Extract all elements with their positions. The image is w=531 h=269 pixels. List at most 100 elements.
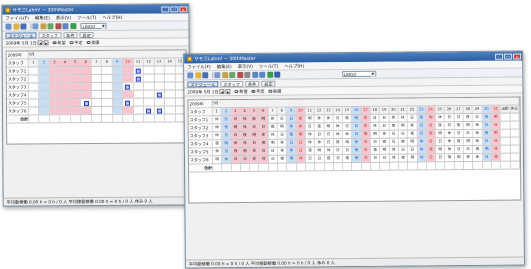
shift-cell[interactable]: 休	[370, 122, 381, 130]
shift-cell[interactable]: 夜	[473, 145, 483, 153]
day-header[interactable]: 2	[221, 108, 232, 116]
shift-cell[interactable]: 夜	[482, 129, 492, 137]
save-icon[interactable]	[20, 23, 27, 30]
radio-request[interactable]	[52, 41, 57, 45]
day-header[interactable]: 6	[259, 107, 269, 115]
shift-cell[interactable]	[91, 106, 103, 115]
shift-cell[interactable]: 休	[463, 153, 474, 162]
shift-cell[interactable]: 日	[379, 114, 390, 122]
prev-icon[interactable]: ◀	[219, 89, 225, 95]
shift-cell[interactable]	[81, 107, 92, 115]
day-header[interactable]: 4	[60, 59, 71, 67]
shift-cell[interactable]	[81, 67, 92, 75]
shift-cell[interactable]	[28, 99, 40, 107]
shift-cell[interactable]: 日	[408, 146, 418, 154]
shift-cell[interactable]	[49, 99, 61, 107]
shift-cell[interactable]: 夜	[212, 140, 223, 148]
open-icon[interactable]	[12, 23, 19, 30]
minimize-button[interactable]: –	[161, 5, 170, 13]
shift-cell[interactable]: 夜	[361, 130, 371, 138]
day-header[interactable]: 21	[398, 106, 408, 114]
shift-cell[interactable]: 夜	[389, 122, 399, 130]
shift-cell[interactable]	[91, 66, 103, 75]
shift-cell[interactable]: 夜	[333, 139, 344, 147]
shift-cell[interactable]	[70, 83, 82, 91]
shift-cell[interactable]: 休	[445, 138, 455, 146]
shift-cell[interactable]: 休	[389, 114, 399, 122]
shift-cell[interactable]: 休	[212, 132, 223, 140]
shift-cell[interactable]	[91, 82, 103, 91]
day-header[interactable]: 3	[49, 59, 61, 67]
solver-select[interactable]: LINGO ▼	[80, 22, 107, 30]
shift-cell[interactable]: 日	[222, 148, 232, 156]
shift-cell[interactable]: 日	[417, 122, 427, 130]
shift-cell[interactable]	[102, 66, 113, 74]
day-header[interactable]: 8	[101, 58, 113, 66]
shift-cell[interactable]: 日	[398, 146, 409, 154]
day-header[interactable]: 19	[379, 106, 390, 114]
shift-cell[interactable]: 明	[305, 115, 315, 123]
shift-cell[interactable]	[28, 67, 40, 75]
run-icon[interactable]	[266, 71, 273, 78]
tab-staff[interactable]: スタッフ	[38, 31, 62, 38]
shift-cell[interactable]: 夜	[370, 146, 381, 154]
shift-cell[interactable]: 日	[445, 122, 455, 130]
tab-schedule[interactable]: スケジュール	[5, 31, 37, 39]
shift-cell[interactable]	[39, 107, 51, 115]
shift-cell[interactable]: 日	[370, 138, 381, 146]
shift-cell[interactable]: 休	[305, 131, 316, 139]
day-header[interactable]: 25	[435, 106, 446, 114]
shift-cell[interactable]: 日	[463, 129, 474, 138]
shift-cell[interactable]: 明	[380, 146, 390, 154]
shift-cell[interactable]: 夜	[249, 115, 260, 123]
shift-cell[interactable]: 日	[491, 121, 501, 129]
day-header[interactable]: 20	[389, 106, 399, 114]
day-header[interactable]: 16	[351, 106, 362, 115]
shift-cell[interactable]: 休	[407, 122, 418, 130]
day-header[interactable]: 30	[482, 105, 492, 113]
day-header[interactable]: 11	[305, 107, 315, 115]
shift-cell[interactable]	[81, 91, 92, 99]
shift-cell[interactable]: 休	[352, 138, 362, 147]
shift-cell[interactable]: 日	[296, 139, 306, 147]
day-header[interactable]: 1	[28, 59, 40, 67]
cut-icon[interactable]	[221, 72, 228, 79]
filter-icon[interactable]	[244, 71, 251, 78]
shift-cell[interactable]	[144, 106, 155, 114]
shift-cell[interactable]: 休	[389, 154, 399, 162]
shift-cell[interactable]	[81, 83, 92, 91]
shift-cell[interactable]	[60, 67, 71, 75]
shift-cell[interactable]	[154, 106, 166, 114]
shift-cell[interactable]: 日	[472, 113, 483, 121]
shift-cell[interactable]	[154, 98, 166, 106]
shift-cell[interactable]: 明	[287, 155, 297, 163]
shift-cell[interactable]	[91, 98, 103, 107]
shift-cell[interactable]	[91, 74, 103, 83]
shift-cell[interactable]: 日	[287, 139, 297, 147]
shift-cell[interactable]: 夜	[296, 115, 306, 123]
shift-cell[interactable]: 休	[250, 147, 260, 155]
shift-cell[interactable]: 夜	[259, 139, 269, 147]
day-header[interactable]: 14	[333, 107, 343, 115]
shift-cell[interactable]: 休	[398, 114, 408, 122]
shift-cell[interactable]: 日	[324, 139, 334, 147]
tab-settings[interactable]: 設定	[261, 80, 276, 87]
shift-cell[interactable]: 明	[426, 114, 436, 122]
shift-cell[interactable]: 日	[315, 131, 325, 139]
shift-cell[interactable]: 休	[380, 130, 390, 138]
shift-cell[interactable]: 日	[426, 154, 437, 162]
shift-cell[interactable]	[39, 75, 50, 83]
day-header[interactable]: 13	[324, 107, 334, 115]
shift-cell[interactable]: 日	[342, 123, 353, 131]
radio-actual[interactable]	[268, 89, 272, 93]
shift-cell[interactable]: 日	[352, 122, 362, 131]
shift-cell[interactable]: 明	[463, 137, 474, 146]
menu-help[interactable]: ヘルプ(H)	[102, 14, 122, 20]
radio-request[interactable]	[234, 89, 239, 94]
shift-cell[interactable]: 夜	[352, 146, 362, 155]
shift-cell[interactable]: 休	[268, 115, 278, 123]
shift-cell[interactable]: 日	[380, 154, 390, 162]
maximize-button[interactable]: □	[504, 53, 513, 60]
shift-cell[interactable]	[133, 106, 145, 114]
shift-cell[interactable]	[102, 106, 113, 114]
